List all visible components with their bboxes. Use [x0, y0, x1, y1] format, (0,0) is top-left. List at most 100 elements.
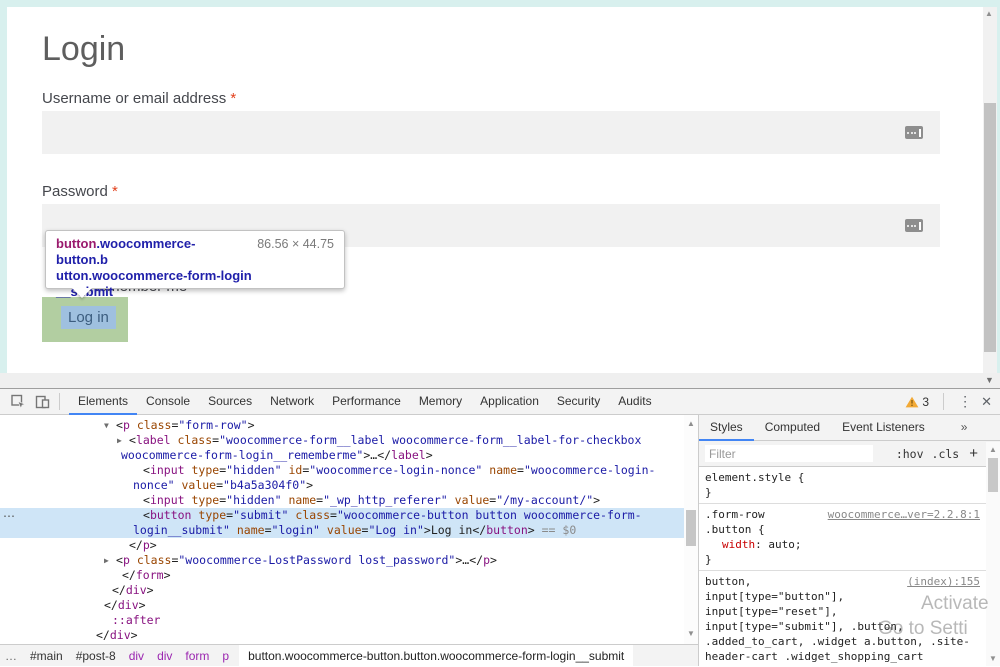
devtools-tab-console[interactable]: Console: [137, 389, 199, 415]
breadcrumb-item[interactable]: p: [222, 649, 229, 663]
styles-tab-styles[interactable]: Styles: [699, 415, 754, 441]
breadcrumb-item[interactable]: #main: [30, 649, 63, 663]
required-asterisk: *: [112, 183, 118, 200]
breadcrumb-item[interactable]: div: [157, 649, 172, 663]
css-rule-line[interactable]: .form-rowwoocommerce…ver=2.2.8:1: [705, 507, 994, 522]
tooltip-dimensions: 86.56 × 44.75: [247, 236, 334, 268]
breadcrumb-item[interactable]: div: [129, 649, 144, 663]
expand-arrow-icon[interactable]: ▶: [117, 433, 129, 448]
devtools-tab-audits[interactable]: Audits: [609, 389, 660, 415]
more-tabs-icon[interactable]: »: [950, 415, 979, 441]
dom-tree-node[interactable]: <button type="submit" class="woocommerce…: [0, 508, 698, 523]
page-bottom-strip: [0, 373, 1000, 388]
css-rule-line[interactable]: .added_to_cart, .widget a.button, .site-: [705, 634, 994, 649]
username-input[interactable]: [42, 111, 940, 154]
dom-tree-node[interactable]: login__submit" name="login" value="Log i…: [0, 523, 698, 538]
devtools-tab-elements[interactable]: Elements: [69, 389, 137, 415]
devtools-tab-sources[interactable]: Sources: [199, 389, 261, 415]
dom-tree-node[interactable]: </div>: [0, 583, 698, 598]
devtools-tab-bar: ElementsConsoleSourcesNetworkPerformance…: [69, 389, 661, 415]
css-rule-line[interactable]: input[type="submit"], .button,: [705, 619, 994, 634]
page-scrollbar-down-icon[interactable]: ▼: [985, 375, 994, 385]
dom-tree-node[interactable]: </p>: [0, 538, 698, 553]
styles-filter-bar: :hov .cls +: [699, 441, 1000, 467]
kebab-menu-icon[interactable]: ⋮: [958, 393, 972, 410]
row-overflow-dots: ⋯: [3, 509, 14, 523]
elements-scrollbar[interactable]: ▲ ▼: [684, 415, 698, 644]
password-label: Password *: [42, 183, 118, 200]
css-rule-line[interactable]: input[type="reset"],: [705, 604, 994, 619]
breadcrumb-item[interactable]: form: [185, 649, 209, 663]
tooltip-selector-line2: utton.woocommerce-form-login: [56, 268, 334, 284]
warning-counter[interactable]: 3: [905, 395, 929, 409]
inspect-tooltip: button.woocommerce-button.b 86.56 × 44.7…: [45, 230, 345, 289]
css-rule-line[interactable]: }: [705, 552, 994, 567]
css-rule-line[interactable]: button,(index):155: [705, 574, 994, 589]
close-icon[interactable]: ✕: [981, 394, 992, 410]
styles-filter-input[interactable]: [705, 445, 873, 462]
dom-tree-node[interactable]: </div>: [0, 628, 698, 643]
toggle-class[interactable]: .cls: [932, 447, 960, 461]
elements-panel: ▼<p class="form-row">▶<label class="wooc…: [0, 415, 699, 666]
dom-tree-node[interactable]: nonce" value="b4a5a304f0">: [0, 478, 698, 493]
login-button[interactable]: Log in: [42, 297, 128, 342]
tooltip-selector-line3: __submit: [56, 284, 334, 300]
elements-scrollbar-thumb[interactable]: [686, 510, 696, 546]
toggle-hover-state[interactable]: :hov: [896, 447, 924, 461]
breadcrumb: …#main#post-8divdivformpbutton.woocommer…: [0, 644, 698, 666]
input-method-icon[interactable]: [905, 126, 923, 139]
input-method-icon[interactable]: [905, 219, 923, 232]
styles-scrollbar[interactable]: ▲ ▼: [986, 442, 1000, 666]
css-rule-line[interactable]: .button {: [705, 522, 994, 537]
tooltip-selector-line1: button.woocommerce-button.b: [56, 236, 247, 268]
dom-tree-node[interactable]: ▼<p class="form-row">: [0, 418, 698, 433]
breadcrumb-item[interactable]: button.woocommerce-button.button.woocomm…: [239, 645, 633, 667]
stylesheet-source-link[interactable]: woocommerce…ver=2.2.8:1: [828, 507, 994, 522]
styles-tab-computed[interactable]: Computed: [754, 415, 831, 441]
dom-tree-node[interactable]: woocommerce-form-login__rememberme">…</l…: [0, 448, 698, 463]
styles-scrollbar-thumb[interactable]: [988, 458, 998, 492]
devtools-tab-performance[interactable]: Performance: [323, 389, 410, 415]
scroll-down-icon[interactable]: ▼: [989, 654, 997, 663]
css-rule-line[interactable]: a.button {: [705, 664, 994, 666]
css-rule-line[interactable]: header-cart .widget_shopping_cart: [705, 649, 994, 664]
css-rule-line[interactable]: }: [705, 485, 994, 500]
device-toolbar-icon[interactable]: [30, 391, 54, 413]
devtools-tab-memory[interactable]: Memory: [410, 389, 471, 415]
devtools-toolbar: ElementsConsoleSourcesNetworkPerformance…: [0, 389, 1000, 415]
dom-tree-node[interactable]: ▶<p class="woocommerce-LostPassword lost…: [0, 553, 698, 568]
page-frame-left: [0, 7, 7, 373]
breadcrumb-item[interactable]: #post-8: [76, 649, 116, 663]
dom-tree-node[interactable]: </form>: [0, 568, 698, 583]
dom-tree: ▼<p class="form-row">▶<label class="wooc…: [0, 415, 698, 643]
dom-tree-node[interactable]: <input type="hidden" name="_wp_http_refe…: [0, 493, 698, 508]
styles-tab-event-listeners[interactable]: Event Listeners: [831, 415, 936, 441]
css-rule-line[interactable]: width: auto;: [705, 537, 994, 552]
expand-arrow-icon[interactable]: ▶: [104, 553, 116, 568]
dom-tree-node[interactable]: ::after: [0, 613, 698, 628]
page-frame-top: [0, 0, 1000, 7]
devtools-panel: ElementsConsoleSourcesNetworkPerformance…: [0, 388, 1000, 667]
page-scrollbar-up-icon[interactable]: ▲: [985, 9, 993, 18]
css-rule-line[interactable]: input[type="button"],: [705, 589, 994, 604]
tooltip-caret: [72, 288, 92, 298]
scroll-up-icon[interactable]: ▲: [989, 445, 997, 454]
dom-tree-node[interactable]: ▶<label class="woocommerce-form__label w…: [0, 433, 698, 448]
styles-sidebar: StylesComputedEvent Listeners » :hov .cls…: [699, 415, 1000, 666]
page-scrollbar-thumb[interactable]: [984, 103, 996, 352]
devtools-tab-network[interactable]: Network: [261, 389, 323, 415]
new-style-rule-icon[interactable]: +: [969, 445, 978, 462]
breadcrumb-item[interactable]: …: [5, 649, 17, 663]
devtools-tab-security[interactable]: Security: [548, 389, 609, 415]
toolbar-divider: [59, 393, 60, 410]
dom-tree-node[interactable]: <input type="hidden" id="woocommerce-log…: [0, 463, 698, 478]
inspect-cursor-icon[interactable]: [6, 391, 30, 413]
scroll-up-icon[interactable]: ▲: [687, 419, 695, 428]
devtools-tab-application[interactable]: Application: [471, 389, 548, 415]
css-rule-block: .form-rowwoocommerce…ver=2.2.8:1.button …: [699, 504, 1000, 571]
stylesheet-source-link[interactable]: (index):155: [907, 574, 994, 589]
expand-arrow-icon[interactable]: ▼: [104, 418, 116, 433]
dom-tree-node[interactable]: </div>: [0, 598, 698, 613]
css-rule-line[interactable]: element.style {: [705, 470, 994, 485]
scroll-down-icon[interactable]: ▼: [687, 629, 695, 638]
